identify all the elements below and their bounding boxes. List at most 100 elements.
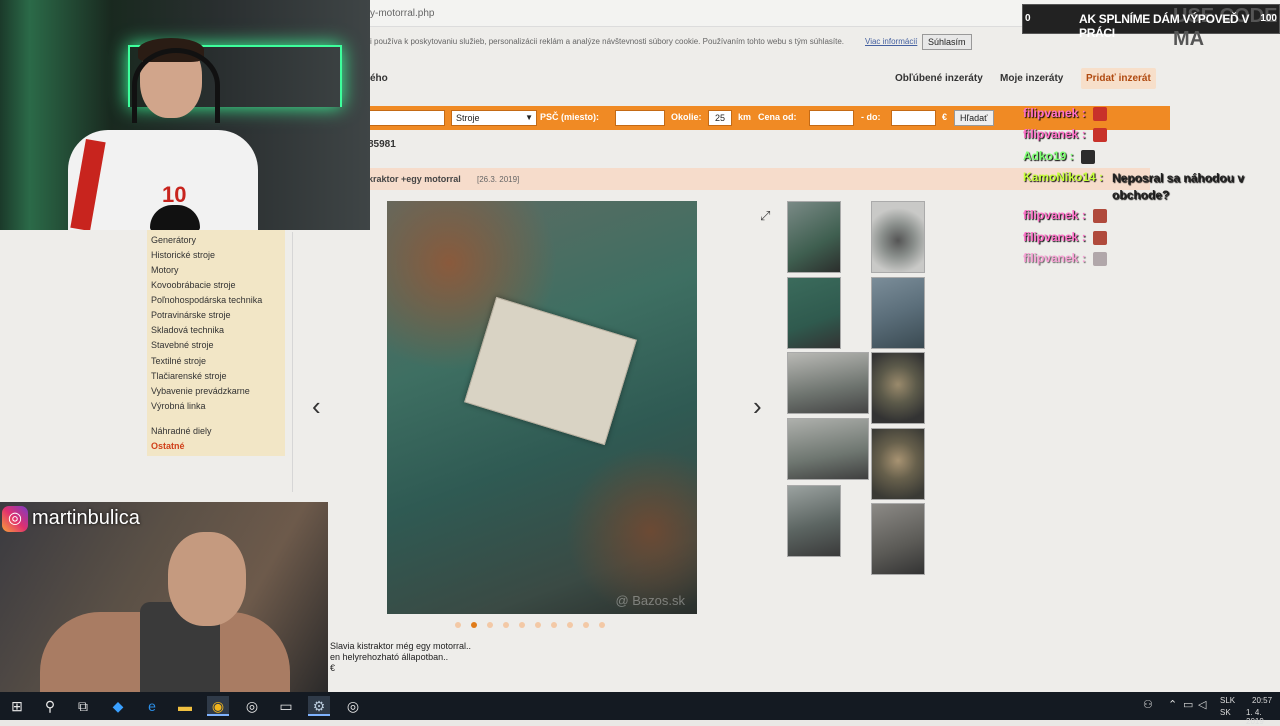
category-link[interactable]: Skladová technika xyxy=(151,325,224,335)
network-icon[interactable]: ▭ xyxy=(1183,698,1193,711)
category-link[interactable]: Potravinárske stroje xyxy=(151,310,231,320)
nav-add-ad-button[interactable]: Pridať inzerát xyxy=(1081,68,1156,89)
photo-thumbnail[interactable] xyxy=(787,277,841,349)
headphones-icon xyxy=(132,48,220,123)
photo-thumbnail[interactable] xyxy=(871,503,925,575)
photo-dot[interactable] xyxy=(567,622,573,628)
nav-favorites-link[interactable]: Obľúbené inzeráty xyxy=(895,73,983,84)
people-icon[interactable]: ⚇ xyxy=(1143,698,1153,711)
search-button[interactable]: Hľadať xyxy=(954,110,994,126)
file-explorer-icon[interactable]: ▬ xyxy=(174,696,196,716)
start-button-icon[interactable]: ⊞ xyxy=(6,696,28,716)
photo-thumbnail[interactable] xyxy=(787,352,869,414)
price-to-input[interactable] xyxy=(891,110,936,126)
previous-photo-arrow-icon[interactable]: ‹ xyxy=(312,393,321,419)
cookie-accept-button[interactable]: Súhlasím xyxy=(922,34,972,50)
chat-message-text: Neposral sa náhodou v obchode? xyxy=(1112,171,1245,202)
app-icon[interactable]: ◆ xyxy=(107,696,129,716)
photo-dot[interactable] xyxy=(487,622,493,628)
photo-dot[interactable] xyxy=(455,622,461,628)
category-sidebar: Generátory Historické stroje Motory Kovo… xyxy=(147,228,285,456)
streamer: 10 xyxy=(68,38,258,230)
chat-message: filipvanek : xyxy=(1023,208,1108,223)
volume-icon[interactable]: ◁ xyxy=(1198,698,1206,711)
chat-username: filipvanek : xyxy=(1023,208,1086,222)
nameplate-image xyxy=(464,296,637,446)
obs-icon[interactable]: ◎ xyxy=(342,696,364,716)
search-icon[interactable]: ⚲ xyxy=(39,696,61,716)
main-photo[interactable]: @ Bazos.sk xyxy=(387,201,697,614)
category-link[interactable]: Textilné stroje xyxy=(151,356,206,366)
category-link[interactable]: Motory xyxy=(151,265,179,275)
divider xyxy=(292,232,293,492)
edge-icon[interactable]: e xyxy=(141,696,163,716)
search-text-input[interactable] xyxy=(360,110,445,126)
photo-thumbnail[interactable] xyxy=(871,201,925,273)
category-link[interactable]: Kovoobrábacie stroje xyxy=(151,280,236,290)
instagram-handle: martinbulica xyxy=(32,507,140,529)
chevron-up-icon[interactable]: ⌃ xyxy=(1168,698,1177,711)
photo-dot[interactable] xyxy=(519,622,525,628)
cookie-banner: i používa k poskytovaniu služieb, person… xyxy=(360,32,1020,52)
chat-username: filipvanek : xyxy=(1023,127,1086,141)
price-from-label: Cena od: xyxy=(758,112,797,122)
radius-label: Okolie: xyxy=(671,112,702,122)
photo-dot[interactable] xyxy=(535,622,541,628)
category-select[interactable]: Stroje ▼ xyxy=(451,110,537,126)
photo-pager-dots[interactable] xyxy=(455,622,605,630)
input-language[interactable]: SLK xyxy=(1220,696,1235,705)
photo-dot[interactable] xyxy=(583,622,589,628)
emote-icon xyxy=(1093,208,1108,223)
keyboard-layout[interactable]: SK xyxy=(1220,708,1231,717)
zip-input[interactable] xyxy=(615,110,665,126)
clock-date[interactable]: 1. 4. 2019 xyxy=(1246,708,1280,726)
site-name[interactable]: ého xyxy=(370,73,388,84)
price-to-label: - do: xyxy=(861,112,881,122)
url-text[interactable]: y-motorral.php xyxy=(370,8,434,19)
chat-message: filipvanek : xyxy=(1023,127,1108,142)
price-from-input[interactable] xyxy=(809,110,854,126)
chevron-down-icon: ▼ xyxy=(525,113,533,122)
category-link[interactable]: Generátory xyxy=(151,235,196,245)
category-link[interactable]: Tlačiarenské stroje xyxy=(151,371,227,381)
category-link[interactable]: Vybavenie prevádzkarne xyxy=(151,386,250,396)
app-icon[interactable]: ▭ xyxy=(275,696,297,716)
currency-label: € xyxy=(942,112,948,122)
category-link[interactable]: Výrobná linka xyxy=(151,401,206,411)
photo-thumbnail[interactable] xyxy=(871,428,925,500)
photo-thumbnail[interactable] xyxy=(871,352,925,424)
photo-dot[interactable] xyxy=(599,622,605,628)
km-label: km xyxy=(738,112,752,122)
nav-my-ads-link[interactable]: Moje inzeráty xyxy=(1000,73,1063,84)
guest-head xyxy=(168,532,246,626)
photo-thumbnail[interactable] xyxy=(787,201,841,273)
chrome-icon[interactable]: ◉ xyxy=(207,696,229,716)
photo-dot[interactable] xyxy=(503,622,509,628)
chat-username: Adko19 : xyxy=(1023,149,1074,163)
zip-label: PSČ (miesto): xyxy=(540,112,600,122)
cookie-more-link[interactable]: Viac informácií xyxy=(865,37,917,46)
photo-thumbnail[interactable] xyxy=(871,277,925,349)
next-photo-arrow-icon[interactable]: › xyxy=(753,393,762,419)
expand-icon[interactable]: ⤢ xyxy=(760,208,770,224)
photo-dot[interactable] xyxy=(551,622,557,628)
photo-thumbnail[interactable] xyxy=(787,485,841,557)
listing-id: 85981 xyxy=(368,139,396,150)
instagram-icon: ◎ xyxy=(2,506,28,532)
task-view-icon[interactable]: ⧉ xyxy=(72,696,94,716)
clock-time[interactable]: 20:57 xyxy=(1252,696,1272,705)
category-link[interactable]: Stavebné stroje xyxy=(151,340,214,350)
photo-dot[interactable] xyxy=(471,622,477,628)
category-link[interactable]: Poľnohospodárska technika xyxy=(151,295,262,305)
radius-input[interactable]: 25 xyxy=(708,110,732,126)
category-link-active[interactable]: Ostatné xyxy=(151,441,185,451)
goal-text: AK SPLNÍME DÁM VÝPOVEĎ V PRÁCI xyxy=(1079,12,1250,40)
category-link[interactable]: Historické stroje xyxy=(151,250,215,260)
category-link[interactable]: Náhradné diely xyxy=(151,426,212,436)
emote-icon xyxy=(1093,106,1108,121)
obs-icon[interactable]: ◎ xyxy=(241,696,263,716)
photo-thumbnail[interactable] xyxy=(787,418,869,480)
donation-goal-bar: USE CODE MA 0 AK SPLNÍME DÁM VÝPOVEĎ V P… xyxy=(1022,4,1280,50)
chat-message: filipvanek : xyxy=(1023,230,1108,245)
steam-icon[interactable]: ⚙ xyxy=(308,696,330,716)
